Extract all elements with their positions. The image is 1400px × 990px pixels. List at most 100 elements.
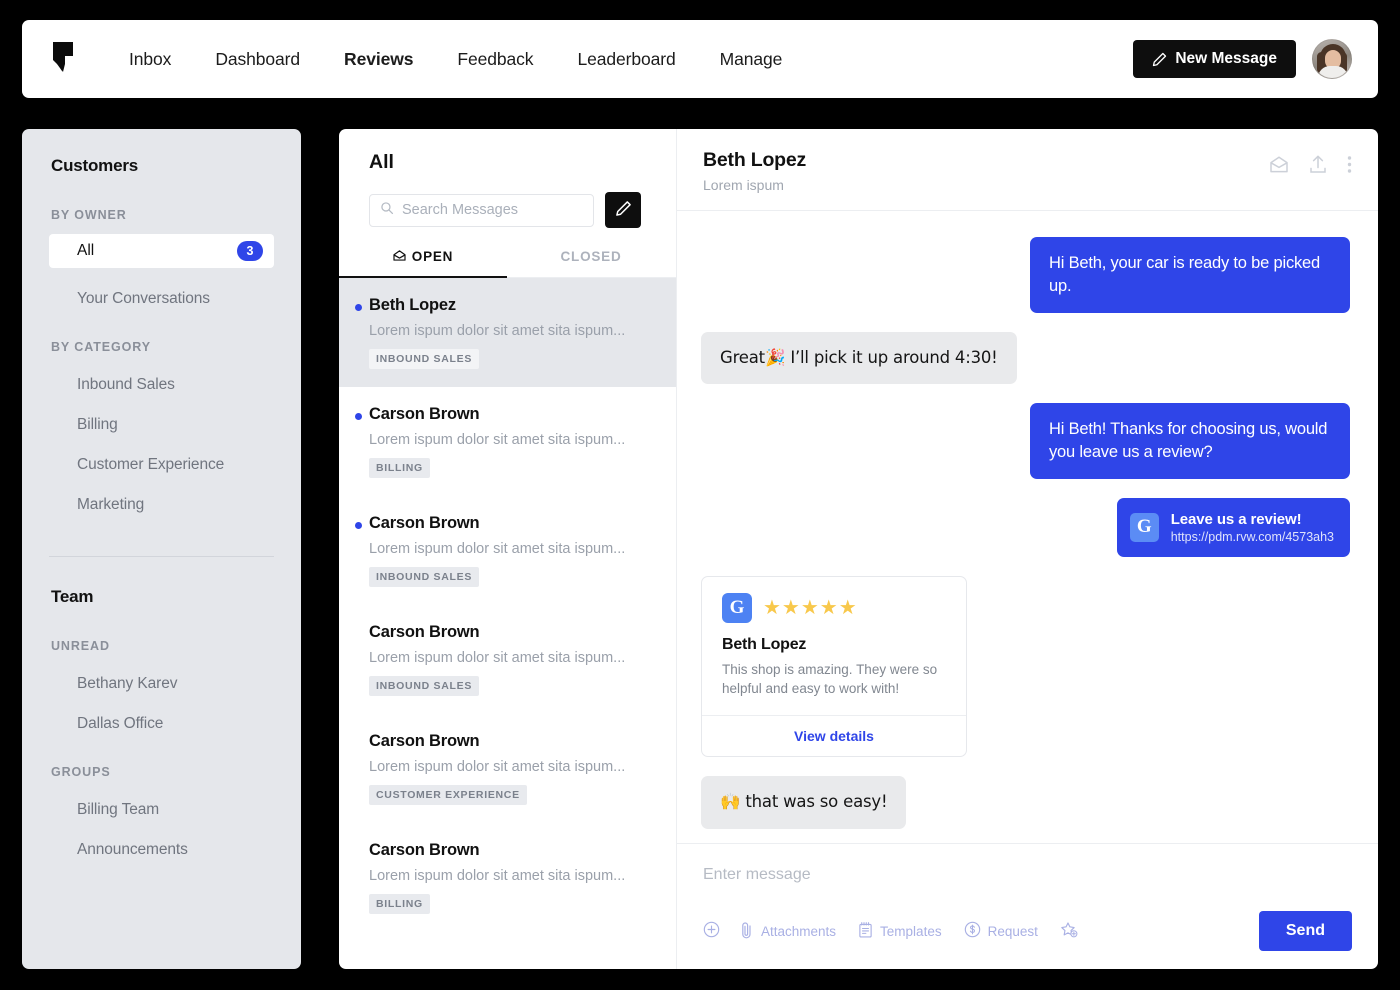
list-item-tag: BILLING bbox=[369, 894, 430, 914]
user-avatar[interactable] bbox=[1312, 39, 1352, 79]
tab-closed[interactable]: CLOSED bbox=[507, 249, 675, 277]
upload-icon[interactable] bbox=[1309, 155, 1327, 174]
compose-button[interactable] bbox=[605, 192, 641, 228]
nav-link-reviews[interactable]: Reviews bbox=[322, 43, 435, 76]
add-button[interactable] bbox=[703, 921, 720, 941]
list-item-name: Carson Brown bbox=[369, 514, 650, 533]
templates-label: Templates bbox=[880, 924, 942, 939]
list-item[interactable]: Carson Brown Lorem ispum dolor sit amet … bbox=[339, 605, 676, 714]
nav-link-feedback[interactable]: Feedback bbox=[435, 43, 555, 76]
message-bubble: Great🎉 I’ll pick it up around 4:30! bbox=[701, 332, 1017, 385]
tab-open[interactable]: OPEN bbox=[339, 249, 507, 277]
list-item-preview: Lorem ispum dolor sit amet sita ispum... bbox=[369, 432, 650, 448]
avatar-body bbox=[1318, 66, 1348, 79]
list-item-preview: Lorem ispum dolor sit amet sita ispum... bbox=[369, 541, 650, 557]
send-button[interactable]: Send bbox=[1259, 911, 1352, 951]
rating-stars: ★★★★★ bbox=[763, 598, 858, 618]
message-bubble: Hi Beth, your car is ready to be picked … bbox=[1030, 237, 1350, 313]
more-vertical-icon[interactable] bbox=[1347, 155, 1352, 174]
message-input[interactable] bbox=[703, 866, 1352, 884]
sidebar-item-announcements[interactable]: Announcements bbox=[77, 841, 301, 859]
list-item[interactable]: Carson Brown Lorem ispum dolor sit amet … bbox=[339, 714, 676, 823]
unread-dot bbox=[355, 522, 362, 529]
sidebar-item-bethany-karev[interactable]: Bethany Karev bbox=[77, 675, 301, 693]
list-panel-search-row bbox=[369, 192, 676, 228]
list-item-name: Carson Brown bbox=[369, 732, 650, 751]
sidebar-section-by-owner: BY OWNER bbox=[51, 208, 301, 222]
new-message-label: New Message bbox=[1175, 50, 1277, 68]
nav-link-manage[interactable]: Manage bbox=[698, 43, 805, 76]
attachments-label: Attachments bbox=[761, 924, 836, 939]
sidebar-section-groups: GROUPS bbox=[51, 765, 301, 779]
google-icon: G bbox=[1130, 513, 1159, 542]
list-item[interactable]: Beth Lopez Lorem ispum dolor sit amet si… bbox=[339, 278, 676, 387]
list-item-preview: Lorem ispum dolor sit amet sita ispum... bbox=[369, 650, 650, 666]
request-label: Request bbox=[988, 924, 1038, 939]
sidebar: Customers BY OWNER All 3 Your Conversati… bbox=[22, 129, 301, 969]
sidebar-item-customer-experience[interactable]: Customer Experience bbox=[77, 456, 301, 474]
conversation-contact-subtitle: Lorem ispum bbox=[703, 177, 806, 193]
tab-closed-label: CLOSED bbox=[560, 249, 621, 264]
conversation-contact-name: Beth Lopez bbox=[703, 149, 806, 172]
message-row-incoming: Great🎉 I’ll pick it up around 4:30! bbox=[701, 332, 1350, 385]
nav-link-inbox[interactable]: Inbox bbox=[107, 43, 193, 76]
message-thread: Hi Beth, your car is ready to be picked … bbox=[677, 211, 1378, 843]
sidebar-customers-title: Customers bbox=[51, 156, 301, 176]
review-link-card[interactable]: G Leave us a review! https://pdm.rvw.com… bbox=[1117, 498, 1350, 557]
dollar-circle-icon bbox=[964, 921, 981, 941]
podium-logo[interactable] bbox=[51, 39, 85, 79]
attachments-button[interactable]: Attachments bbox=[740, 921, 836, 942]
review-card: G ★★★★★ Beth Lopez This shop is amazing.… bbox=[701, 576, 967, 757]
list-panel-tabs: OPEN CLOSED bbox=[339, 249, 676, 278]
list-item[interactable]: Carson Brown Lorem ispum dolor sit amet … bbox=[339, 823, 676, 932]
list-item-tag: CUSTOMER EXPERIENCE bbox=[369, 785, 527, 805]
unread-dot bbox=[355, 413, 362, 420]
sidebar-item-billing[interactable]: Billing bbox=[77, 416, 301, 434]
review-card-top: G ★★★★★ bbox=[722, 593, 946, 623]
conversation-list: Beth Lopez Lorem ispum dolor sit amet si… bbox=[339, 278, 676, 932]
sidebar-item-all[interactable]: All 3 bbox=[49, 234, 274, 268]
sidebar-item-billing-team[interactable]: Billing Team bbox=[77, 801, 301, 819]
sidebar-item-marketing[interactable]: Marketing bbox=[77, 496, 301, 514]
sidebar-item-your-conversations[interactable]: Your Conversations bbox=[77, 290, 301, 308]
templates-button[interactable]: Templates bbox=[858, 921, 942, 942]
message-row-review-link: G Leave us a review! https://pdm.rvw.com… bbox=[701, 498, 1350, 557]
google-icon: G bbox=[722, 593, 752, 623]
review-request-button[interactable] bbox=[1060, 921, 1079, 942]
conversation-contact: Beth Lopez Lorem ispum bbox=[703, 149, 806, 193]
nav-link-dashboard[interactable]: Dashboard bbox=[193, 43, 322, 76]
sidebar-item-dallas-office[interactable]: Dallas Office bbox=[77, 715, 301, 733]
sidebar-item-all-label: All bbox=[77, 242, 94, 260]
list-item-name: Carson Brown bbox=[369, 623, 650, 642]
list-item[interactable]: Carson Brown Lorem ispum dolor sit amet … bbox=[339, 387, 676, 496]
review-link-text: Leave us a review! https://pdm.rvw.com/4… bbox=[1171, 511, 1334, 544]
pencil-icon bbox=[615, 200, 632, 220]
review-card-body: G ★★★★★ Beth Lopez This shop is amazing.… bbox=[702, 577, 966, 715]
search-box[interactable] bbox=[369, 194, 594, 227]
open-envelope-icon[interactable] bbox=[1269, 156, 1289, 173]
message-composer: Attachments Templates bbox=[677, 843, 1378, 969]
message-row-outgoing: Hi Beth! Thanks for choosing us, would y… bbox=[701, 403, 1350, 479]
message-bubble: 🙌 that was so easy! bbox=[701, 776, 906, 829]
unread-dot bbox=[355, 304, 362, 311]
list-item-preview: Lorem ispum dolor sit amet sita ispum... bbox=[369, 759, 650, 775]
sidebar-item-inbound-sales[interactable]: Inbound Sales bbox=[77, 376, 301, 394]
star-plus-icon bbox=[1060, 921, 1079, 942]
message-row-incoming: 🙌 that was so easy! bbox=[701, 776, 1350, 829]
app-root: Inbox Dashboard Reviews Feedback Leaderb… bbox=[0, 0, 1400, 990]
list-item-preview: Lorem ispum dolor sit amet sita ispum... bbox=[369, 323, 650, 339]
message-bubble: Hi Beth! Thanks for choosing us, would y… bbox=[1030, 403, 1350, 479]
review-author-name: Beth Lopez bbox=[722, 636, 946, 654]
list-item[interactable]: Carson Brown Lorem ispum dolor sit amet … bbox=[339, 496, 676, 605]
nav-link-leaderboard[interactable]: Leaderboard bbox=[555, 43, 697, 76]
plus-circle-icon bbox=[703, 921, 720, 941]
conversation-panel: Beth Lopez Lorem ispum bbox=[676, 129, 1378, 969]
request-button[interactable]: Request bbox=[964, 921, 1038, 941]
tab-open-label: OPEN bbox=[412, 249, 453, 264]
list-panel-title: All bbox=[369, 151, 676, 174]
new-message-button[interactable]: New Message bbox=[1133, 40, 1296, 78]
view-details-link[interactable]: View details bbox=[702, 715, 966, 756]
search-icon bbox=[380, 201, 394, 220]
list-item-name: Carson Brown bbox=[369, 841, 650, 860]
search-input[interactable] bbox=[402, 202, 583, 218]
